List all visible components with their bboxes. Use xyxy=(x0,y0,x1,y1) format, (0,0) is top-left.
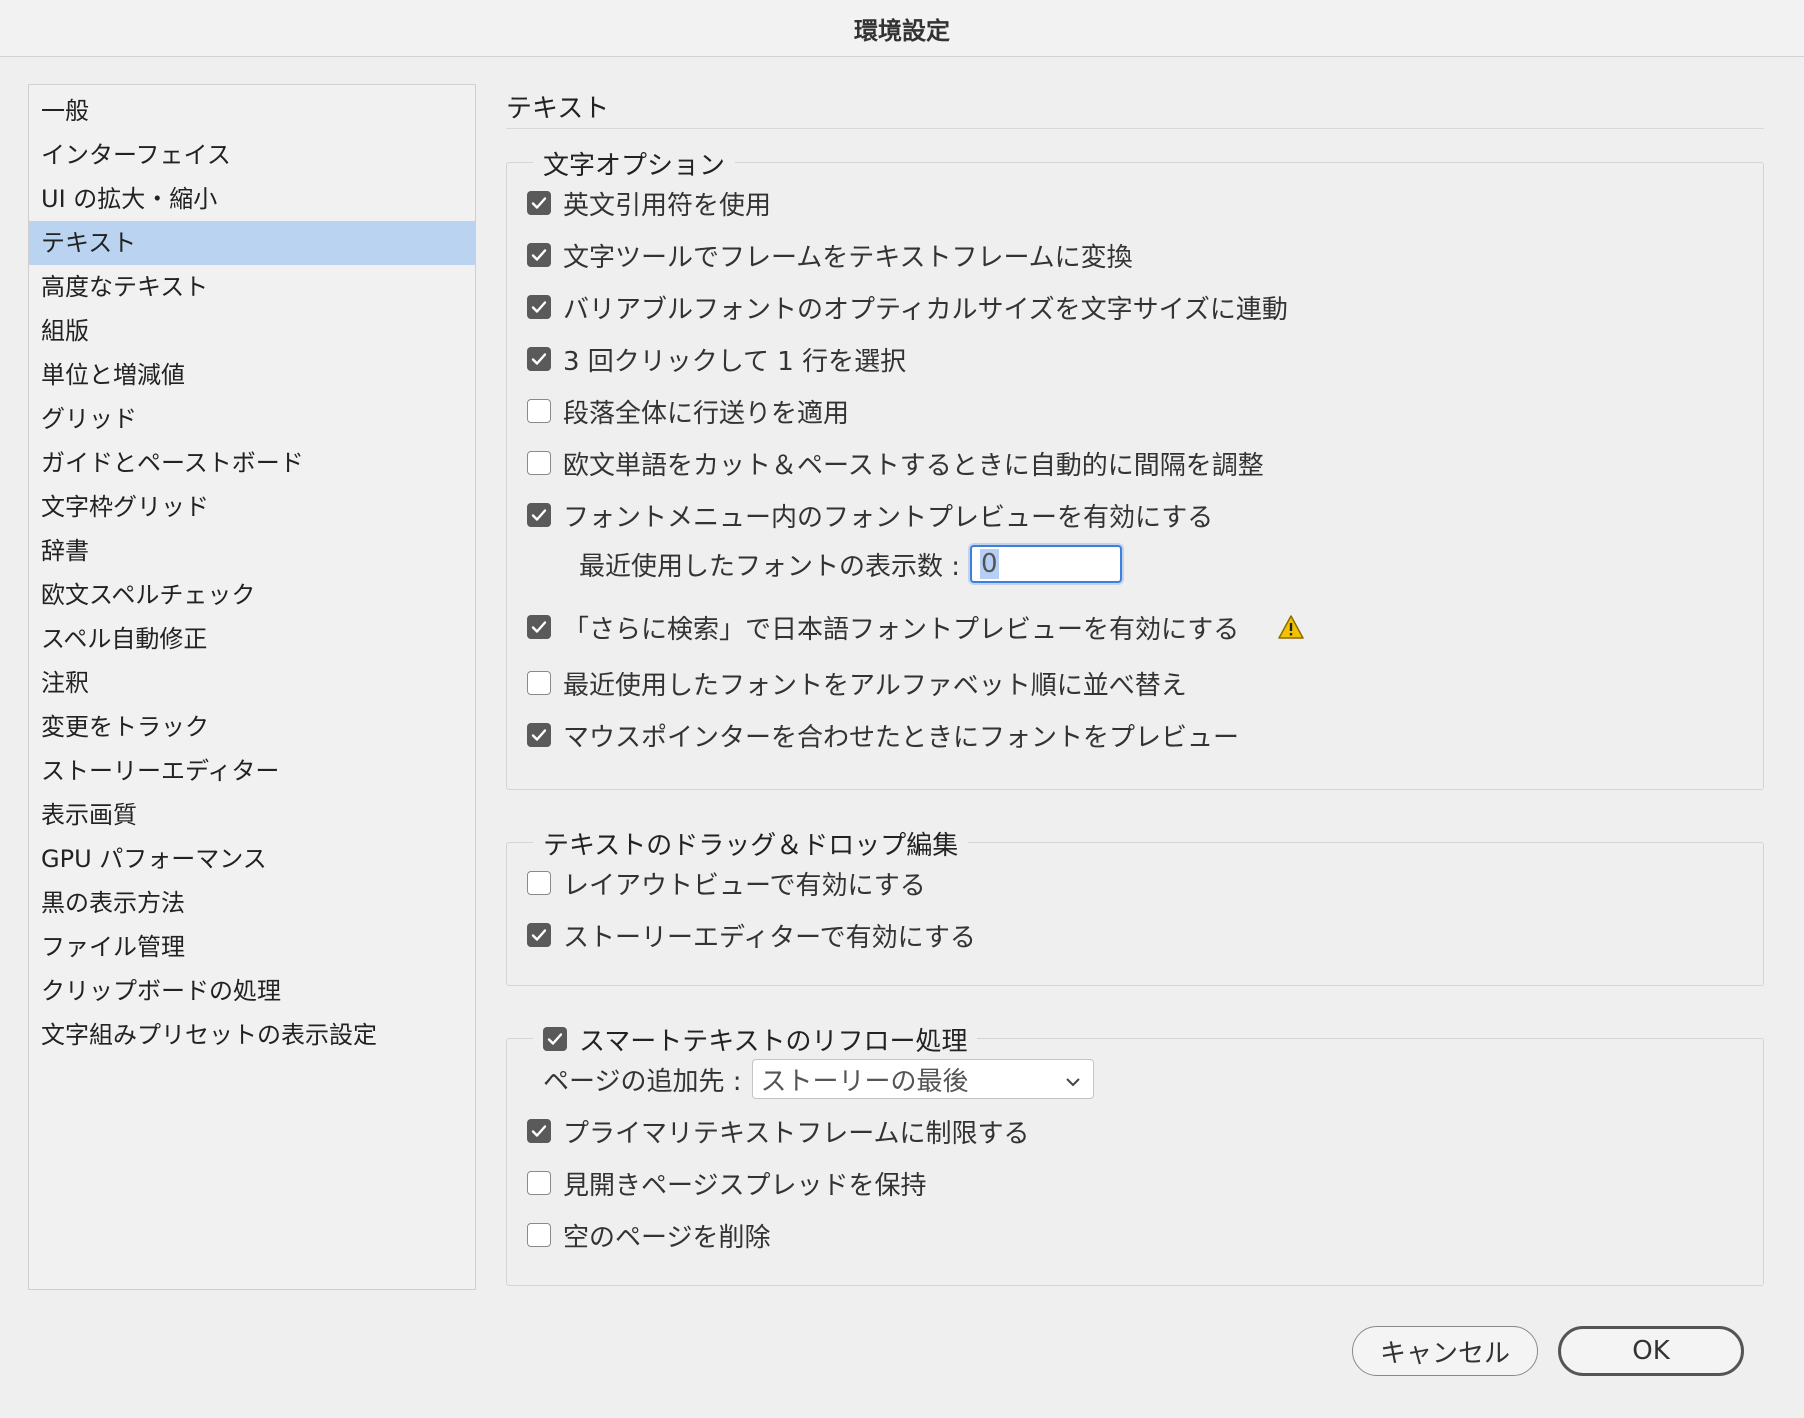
sidebar-item-track-changes[interactable]: 変更をトラック xyxy=(29,705,475,749)
recent-fonts-input[interactable]: 0 xyxy=(970,545,1123,583)
smart-reflow-group: スマートテキストのリフロー処理 ページの追加先 : ストーリーの最後 プライマリ… xyxy=(506,1019,1764,1286)
checkbox-label: 段落全体に行送りを適用 xyxy=(563,398,850,429)
sidebar-item-frame-grid[interactable]: 文字枠グリッド xyxy=(29,485,475,529)
font-preview-menu-row[interactable]: フォントメニュー内のフォントプレビューを有効にする xyxy=(527,495,1213,535)
sidebar-item-guides-pasteboard[interactable]: ガイドとペーストボード xyxy=(29,441,475,485)
add-pages-label: ページの追加先 : xyxy=(543,1066,742,1097)
add-pages-value: ストーリーの最後 xyxy=(760,1066,969,1097)
sidebar-item-story-editor[interactable]: ストーリーエディター xyxy=(29,749,475,793)
checkbox-label: 空のページを削除 xyxy=(563,1222,771,1253)
sidebar-item-appearance-of-black[interactable]: 黒の表示方法 xyxy=(29,881,475,925)
cancel-button[interactable]: キャンセル xyxy=(1352,1326,1538,1376)
checkbox-label: 欧文単語をカット＆ペーストするときに自動的に間隔を調整 xyxy=(563,450,1264,481)
sidebar-item-type[interactable]: テキスト xyxy=(29,221,475,265)
sidebar-item-interface[interactable]: インターフェイス xyxy=(29,133,475,177)
sidebar-item-general[interactable]: 一般 xyxy=(29,89,475,133)
checkbox-label: 3 回クリックして 1 行を選択 xyxy=(563,346,907,377)
smart-reflow-label: スマートテキストのリフロー処理 xyxy=(579,1026,968,1057)
checkbox-label: 見開きページスプレッドを保持 xyxy=(563,1170,927,1201)
type-tool-converts-frames-row[interactable]: 文字ツールでフレームをテキストフレームに変換 xyxy=(527,235,1133,275)
checkbox-label: レイアウトビューで有効にする xyxy=(563,870,926,901)
sort-recent-fonts-row[interactable]: 最近使用したフォントをアルファベット順に並べ替え xyxy=(527,663,1187,703)
recent-fonts-value: 0 xyxy=(980,549,999,579)
ok-button[interactable]: OK xyxy=(1558,1326,1744,1376)
recent-fonts-row: 最近使用したフォントの表示数 : 0 xyxy=(579,545,1123,583)
enable-in-layout-view-row[interactable]: レイアウトビューで有効にする xyxy=(527,863,926,903)
heading-divider xyxy=(506,128,1764,129)
type-tool-converts-frames-checkbox[interactable] xyxy=(527,243,551,267)
checkbox-label: フォントメニュー内のフォントプレビューを有効にする xyxy=(563,502,1214,533)
font-preview-menu-checkbox[interactable] xyxy=(527,503,551,527)
enable-in-layout-view-checkbox[interactable] xyxy=(527,871,551,895)
variable-font-optical-size-row[interactable]: バリアブルフォントのオプティカルサイズを文字サイズに連動 xyxy=(527,287,1288,327)
sidebar-item-autocorrect[interactable]: スペル自動修正 xyxy=(29,617,475,661)
checkbox-label: 「さらに検索」で日本語フォントプレビューを有効にする xyxy=(563,614,1240,645)
sidebar-item-advanced-type[interactable]: 高度なテキスト xyxy=(29,265,475,309)
sort-recent-fonts-checkbox[interactable] xyxy=(527,671,551,695)
checkbox-label: プライマリテキストフレームに制限する xyxy=(563,1118,1030,1149)
delete-empty-pages-row[interactable]: 空のページを削除 xyxy=(527,1215,770,1255)
checkbox-label: ストーリーエディターで有効にする xyxy=(563,922,976,953)
japanese-font-preview-row[interactable]: 「さらに検索」で日本語フォントプレビューを有効にする xyxy=(527,607,1305,647)
drag-drop-legend: テキストのドラッグ＆ドロップ編集 xyxy=(533,823,969,863)
adjust-spacing-cut-paste-row[interactable]: 欧文単語をカット＆ペーストするときに自動的に間隔を調整 xyxy=(527,443,1264,483)
delete-empty-pages-checkbox[interactable] xyxy=(527,1223,551,1247)
panel-heading: テキスト xyxy=(506,94,610,124)
triple-click-select-line-row[interactable]: 3 回クリックして 1 行を選択 xyxy=(527,339,906,379)
sidebar-item-display-performance[interactable]: 表示画質 xyxy=(29,793,475,837)
sidebar-item-ui-scaling[interactable]: UI の拡大・縮小 xyxy=(29,177,475,221)
char-options-legend: 文字オプション xyxy=(533,143,736,183)
checkbox-label: バリアブルフォントのオプティカルサイズを文字サイズに連動 xyxy=(563,294,1288,325)
sidebar-item-grids[interactable]: グリッド xyxy=(29,397,475,441)
char-options-group: 文字オプション 英文引用符を使用 文字ツールでフレームをテキストフレームに変換 … xyxy=(506,143,1764,790)
hover-font-preview-row[interactable]: マウスポインターを合わせたときにフォントをプレビュー xyxy=(527,715,1239,755)
add-pages-select[interactable]: ストーリーの最後 xyxy=(751,1059,1094,1099)
limit-to-primary-frames-checkbox[interactable] xyxy=(527,1119,551,1143)
preferences-sidebar: 一般 インターフェイス UI の拡大・縮小 テキスト 高度なテキスト 組版 単位… xyxy=(28,84,476,1290)
adjust-spacing-cut-paste-checkbox[interactable] xyxy=(527,451,551,475)
window-title: 環境設定 xyxy=(854,16,950,45)
checkbox-label: 文字ツールでフレームをテキストフレームに変換 xyxy=(563,242,1133,273)
smart-reflow-checkbox[interactable] xyxy=(543,1027,567,1051)
sidebar-item-file-handling[interactable]: ファイル管理 xyxy=(29,925,475,969)
checkbox-label: マウスポインターを合わせたときにフォントをプレビュー xyxy=(563,722,1240,753)
use-typographers-quotes-row[interactable]: 英文引用符を使用 xyxy=(527,183,771,223)
hover-font-preview-checkbox[interactable] xyxy=(527,723,551,747)
use-typographers-quotes-checkbox[interactable] xyxy=(527,191,551,215)
checkbox-label: 最近使用したフォントをアルファベット順に並べ替え xyxy=(563,670,1187,701)
sidebar-item-gpu-performance[interactable]: GPU パフォーマンス xyxy=(29,837,475,881)
chevron-down-icon xyxy=(1065,1064,1081,1094)
limit-to-primary-frames-row[interactable]: プライマリテキストフレームに制限する xyxy=(527,1111,1029,1151)
preserve-facing-spreads-row[interactable]: 見開きページスプレッドを保持 xyxy=(527,1163,926,1203)
preserve-facing-spreads-checkbox[interactable] xyxy=(527,1171,551,1195)
enable-in-story-editor-row[interactable]: ストーリーエディターで有効にする xyxy=(527,915,976,955)
window-titlebar: 環境設定 xyxy=(0,0,1804,57)
sidebar-item-clipboard[interactable]: クリップボードの処理 xyxy=(29,969,475,1013)
recent-fonts-label: 最近使用したフォントの表示数 : xyxy=(579,551,961,582)
japanese-font-preview-checkbox[interactable] xyxy=(527,615,551,639)
sidebar-item-composition[interactable]: 組版 xyxy=(29,309,475,353)
sidebar-item-notes[interactable]: 注釈 xyxy=(29,661,475,705)
sidebar-item-spelling[interactable]: 欧文スペルチェック xyxy=(29,573,475,617)
add-pages-row: ページの追加先 : ストーリーの最後 xyxy=(543,1059,1094,1099)
checkbox-label: 英文引用符を使用 xyxy=(563,190,772,221)
smart-reflow-legend[interactable]: スマートテキストのリフロー処理 xyxy=(533,1019,978,1059)
sidebar-item-dictionary[interactable]: 辞書 xyxy=(29,529,475,573)
drag-drop-group: テキストのドラッグ＆ドロップ編集 レイアウトビューで有効にする ストーリーエディ… xyxy=(506,823,1764,986)
enable-in-story-editor-checkbox[interactable] xyxy=(527,923,551,947)
variable-font-optical-size-checkbox[interactable] xyxy=(527,295,551,319)
sidebar-item-units-increments[interactable]: 単位と増減値 xyxy=(29,353,475,397)
warning-triangle-icon[interactable] xyxy=(1277,614,1305,640)
apply-leading-to-paragraph-row[interactable]: 段落全体に行送りを適用 xyxy=(527,391,849,431)
triple-click-select-line-checkbox[interactable] xyxy=(527,347,551,371)
apply-leading-to-paragraph-checkbox[interactable] xyxy=(527,399,551,423)
sidebar-item-mojikumi-display[interactable]: 文字組みプリセットの表示設定 xyxy=(29,1013,475,1057)
